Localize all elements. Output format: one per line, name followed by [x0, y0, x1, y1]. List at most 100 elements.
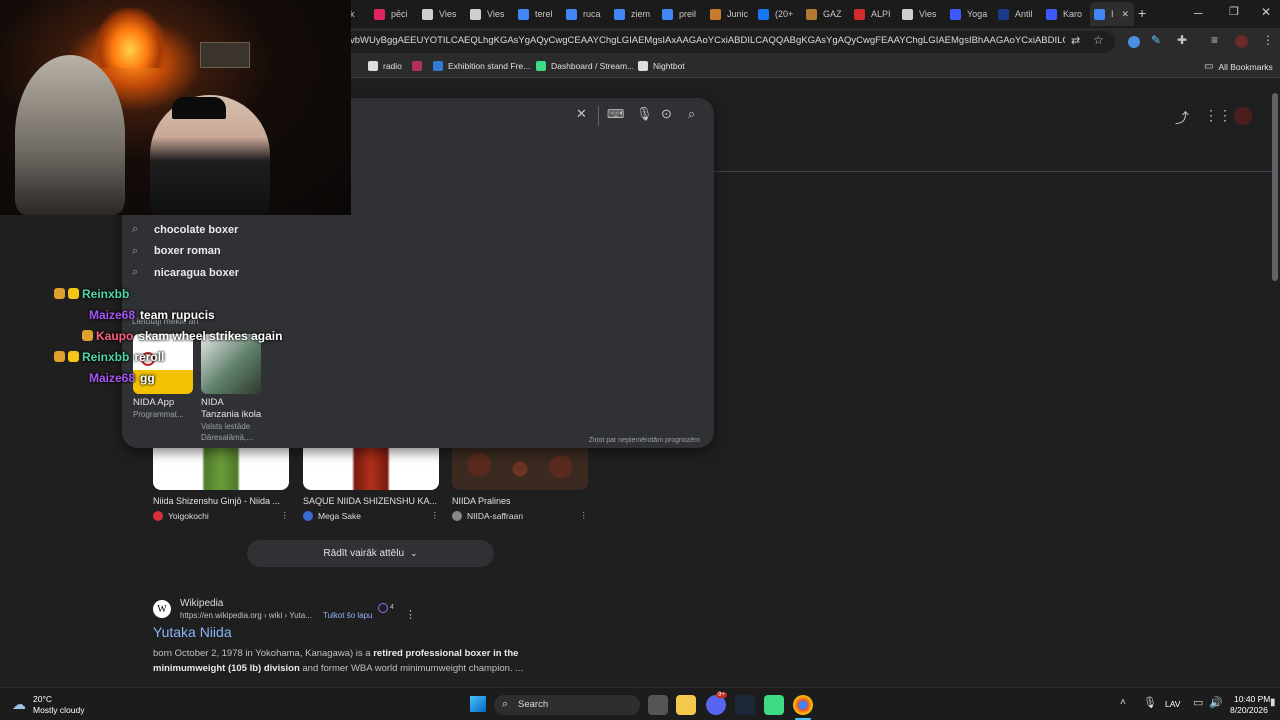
scrollbar[interactable] [1272, 93, 1278, 281]
start-windows-icon[interactable] [470, 696, 486, 712]
browser-tab[interactable]: GAZ [802, 4, 848, 24]
image-result-card[interactable]: SAQUE NIIDA SHIZENSHU KA... Mega Sake ⋮ [303, 448, 439, 523]
volume-icon[interactable]: 🔊 [1209, 696, 1223, 709]
clock-time[interactable]: 10:40 PM [1234, 694, 1270, 704]
image-title[interactable]: NIIDA Pralines [452, 496, 588, 506]
clock-date[interactable]: 8/20/2026 [1230, 705, 1268, 715]
more-options-icon[interactable]: ⋮ [580, 510, 589, 521]
tab-label: pēci [391, 9, 408, 19]
image-thumbnail[interactable] [452, 448, 588, 490]
browser-tab[interactable]: Vies [898, 4, 944, 24]
new-tab-button[interactable]: + [1138, 5, 1146, 21]
translate-icon[interactable]: ⇄ [1071, 34, 1080, 47]
lens-icon[interactable]: ⊙ [661, 106, 672, 122]
browser-tab[interactable]: Karo [1042, 4, 1088, 24]
browser-tab[interactable]: Antil [994, 4, 1040, 24]
browser-tab[interactable]: k [350, 4, 368, 24]
browser-tab[interactable]: Junic [706, 4, 752, 24]
translate-page-link[interactable]: Tulkot šo lapu [323, 611, 373, 620]
chrome-icon[interactable] [793, 695, 813, 715]
extension-icon[interactable] [1128, 36, 1140, 48]
weather-temp[interactable]: 20°C [33, 694, 52, 704]
file-explorer-icon[interactable] [676, 695, 696, 715]
keyboard-icon[interactable]: ⌨ [607, 107, 624, 121]
browser-tab[interactable]: ruca [562, 4, 608, 24]
result-title-link[interactable]: Yutaka Niida [153, 624, 232, 640]
bookmark-item[interactable]: radio [368, 61, 402, 71]
profile-avatar[interactable] [1235, 35, 1248, 48]
more-options-icon[interactable]: ⋮ [281, 510, 290, 521]
extensions-puzzle-icon[interactable]: ✚ [1177, 33, 1187, 47]
minimize-button[interactable]: ─ [1194, 6, 1203, 20]
network-icon[interactable]: ▭ [1193, 696, 1203, 709]
perspectives-icon[interactable] [378, 603, 388, 613]
translator-extension-icon[interactable]: ✎ [1151, 33, 1161, 47]
browser-tab[interactable]: Vies [466, 4, 512, 24]
image-title[interactable]: Niida Shizenshu Ginjō - Niida ... [153, 496, 289, 506]
tab-label: Karo [1063, 9, 1083, 19]
browser-tab[interactable]: terel [514, 4, 560, 24]
nida-app-thumbnail[interactable] [133, 334, 193, 394]
report-predictions-link[interactable]: Ziņot par nepiemērotām prognozēm [589, 437, 700, 444]
image-source[interactable]: Mega Sake ⋮ [303, 510, 439, 521]
weather-desc[interactable]: Mostly cloudy [33, 705, 85, 715]
browser-tab[interactable]: (20+ [754, 4, 800, 24]
microphone-icon[interactable]: 🎙 [636, 106, 653, 122]
image-result-card[interactable]: NIIDA Pralines NIIDA-saffraan ⋮ [452, 448, 588, 523]
weather-cloud-icon[interactable]: ☁ [12, 696, 26, 713]
suggestion-item[interactable]: ⌕ chocolate boxer [132, 223, 238, 236]
discord-icon[interactable] [706, 695, 726, 715]
apps-grid-icon[interactable]: ⋮⋮ [1204, 107, 1232, 124]
image-result-card[interactable]: Niida Shizenshu Ginjō - Niida ... Yoigoko… [153, 448, 289, 523]
image-thumbnail[interactable] [153, 448, 289, 490]
microphone-tray-icon[interactable]: 🎙 [1143, 696, 1157, 709]
all-bookmarks-button[interactable]: ▭ All Bookmarks [1204, 61, 1273, 72]
image-source[interactable]: NIIDA-saffraan ⋮ [452, 510, 588, 521]
bookmark-item[interactable]: Nightbot [638, 61, 685, 71]
more-options-icon[interactable]: ⋮ [431, 510, 440, 521]
task-view-icon[interactable] [648, 695, 668, 715]
source-label: NIIDA-saffraan [467, 510, 524, 521]
bookmark-item[interactable] [412, 61, 427, 71]
browser-tab[interactable]: Yoga [946, 4, 992, 24]
notifications-bell-icon[interactable]: ▮ [1270, 697, 1276, 708]
suggestion-item[interactable]: ⌕ boxer roman [132, 245, 221, 258]
bookmark-favicon-icon [412, 61, 422, 71]
menu-kebab-icon[interactable]: ⋮ [1262, 33, 1274, 47]
browser-tab[interactable]: I ✕ [1090, 2, 1134, 26]
card-1-title[interactable]: NIDA App [133, 397, 174, 408]
browser-tab[interactable]: pēci [370, 4, 416, 24]
browser-tab[interactable]: preil [658, 4, 704, 24]
share-icon[interactable]: ⤴ [1175, 108, 1189, 128]
image-thumbnail[interactable] [303, 448, 439, 490]
card-2-title[interactable]: NIDA [201, 397, 224, 408]
url-text[interactable]: vbWUyBggAEEUYOTILCAEQLhgKGAsYgAQyCwgCEAA… [350, 35, 1065, 46]
reading-list-icon[interactable]: ≡ [1211, 33, 1218, 47]
bookmark-item[interactable]: Dashboard / Stream... [536, 61, 634, 71]
image-source[interactable]: Yoigokochi ⋮ [153, 510, 289, 521]
close-window-button[interactable]: ✕ [1261, 5, 1271, 19]
snippet-bold-2: (105 lb) division [227, 663, 300, 674]
image-title[interactable]: SAQUE NIIDA SHIZENSHU KA... [303, 496, 439, 506]
taskbar-search-box[interactable]: ⌕ Search [494, 695, 640, 715]
show-more-images-button[interactable]: Rādīt vairāk attēlu ⌄ [247, 540, 494, 567]
tray-chevron-up-icon[interactable]: ˄ [1120, 697, 1126, 708]
suggestion-item[interactable]: ⌕ nicaragua boxer [132, 266, 239, 279]
steam-icon[interactable] [735, 695, 755, 715]
bookmark-item[interactable]: Exhibition stand Fre... [433, 61, 530, 71]
maximize-button[interactable]: ❐ [1229, 5, 1239, 18]
bookmark-star-icon[interactable]: ☆ [1093, 33, 1104, 47]
clear-search-icon[interactable]: ✕ [576, 106, 587, 122]
streamlabs-icon[interactable] [764, 695, 784, 715]
nida-tanzania-thumbnail[interactable] [201, 334, 261, 394]
result-menu-icon[interactable]: ⋮ [405, 608, 416, 621]
browser-tab[interactable]: Vies [418, 4, 464, 24]
account-avatar[interactable] [1234, 107, 1252, 125]
suggestion-label: chocolate boxer [154, 223, 239, 236]
result-url[interactable]: https://en.wikipedia.org › wiki › Yuta..… [180, 611, 312, 620]
close-tab-icon[interactable]: ✕ [1121, 9, 1129, 20]
language-indicator[interactable]: LAV [1165, 699, 1180, 709]
browser-tab[interactable]: ziem [610, 4, 656, 24]
browser-tab[interactable]: ALPI [850, 4, 896, 24]
search-icon[interactable]: ⌕ [688, 106, 695, 122]
